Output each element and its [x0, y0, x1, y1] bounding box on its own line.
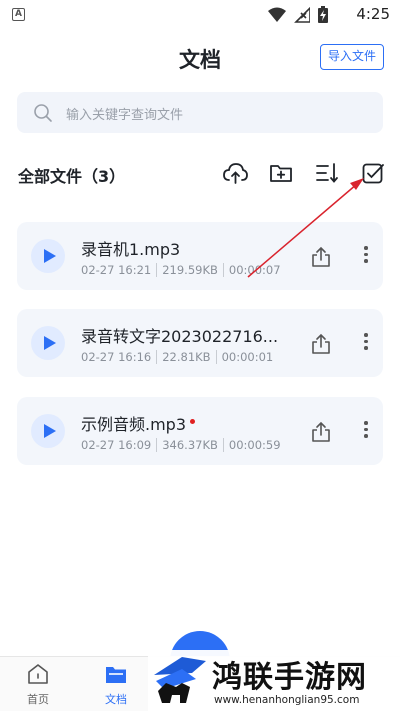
no-signal-icon	[294, 6, 310, 23]
file-card[interactable]: 录音机1.mp3 02-27 16:21 219.59KB 00:00:07	[17, 222, 383, 290]
list-toolbar: 全部文件（3）	[18, 160, 384, 188]
file-date: 02-27 16:21	[81, 263, 152, 277]
home-icon	[28, 664, 48, 684]
file-duration: 00:00:07	[222, 263, 281, 277]
file-card[interactable]: 录音转文字2023022716... 02-27 16:16 22.81KB 0…	[17, 309, 383, 377]
file-meta: 02-27 16:09 346.37KB 00:00:59	[81, 438, 281, 452]
file-size: 22.81KB	[156, 350, 211, 364]
search-input[interactable]: 输入关键字查询文件	[17, 92, 383, 133]
file-meta: 02-27 16:21 219.59KB 00:00:07	[81, 263, 281, 277]
new-folder-icon[interactable]	[268, 160, 294, 186]
nav-label-home: 首页	[27, 693, 49, 706]
file-date: 02-27 16:09	[81, 438, 152, 452]
more-icon[interactable]	[363, 246, 369, 266]
file-name: 录音机1.mp3	[81, 240, 181, 259]
file-duration: 00:00:01	[215, 350, 273, 364]
import-file-button[interactable]: 导入文件	[319, 44, 384, 70]
watermark-text: 鸿联手游网	[212, 660, 367, 695]
multi-select-icon[interactable]	[360, 160, 386, 186]
notification-icon: A	[12, 8, 25, 21]
cloud-upload-icon[interactable]	[222, 160, 248, 186]
nav-item-documents[interactable]: 文档	[91, 663, 141, 707]
play-icon[interactable]	[31, 326, 65, 360]
watermark-url: www.henanhonglian95.com	[214, 694, 360, 706]
file-card[interactable]: 示例音频.mp3 02-27 16:09 346.37KB 00:00:59	[17, 397, 383, 465]
file-date: 02-27 16:16	[81, 350, 152, 364]
app-header: 文档 导入文件	[0, 40, 400, 76]
file-meta: 02-27 16:16 22.81KB 00:00:01	[81, 350, 273, 364]
battery-charging-icon	[318, 6, 328, 23]
status-time: 4:25	[356, 5, 390, 23]
watermark: 鸿联手游网 www.henanhonglian95.com	[148, 650, 400, 711]
search-placeholder: 输入关键字查询文件	[66, 108, 184, 123]
file-name: 录音转文字2023022716...	[81, 327, 279, 346]
play-icon[interactable]	[31, 414, 65, 448]
status-bar: A 4:25	[0, 0, 400, 28]
watermark-logo	[154, 657, 206, 703]
share-icon[interactable]	[311, 421, 331, 443]
nav-item-home[interactable]: 首页	[13, 663, 63, 707]
more-icon[interactable]	[363, 421, 369, 441]
file-name: 示例音频.mp3	[81, 411, 196, 435]
nav-label-documents: 文档	[105, 693, 127, 706]
all-files-title: 全部文件（3）	[18, 167, 126, 186]
sort-icon[interactable]	[314, 160, 340, 186]
folder-icon	[106, 667, 126, 683]
play-icon[interactable]	[31, 239, 65, 273]
wifi-icon	[268, 7, 286, 22]
share-icon[interactable]	[311, 333, 331, 355]
more-icon[interactable]	[363, 333, 369, 353]
file-size: 219.59KB	[156, 263, 218, 277]
search-icon	[34, 104, 52, 122]
file-size: 346.37KB	[156, 438, 218, 452]
new-indicator-dot	[190, 419, 196, 424]
share-icon[interactable]	[311, 246, 331, 268]
file-duration: 00:00:59	[222, 438, 281, 452]
